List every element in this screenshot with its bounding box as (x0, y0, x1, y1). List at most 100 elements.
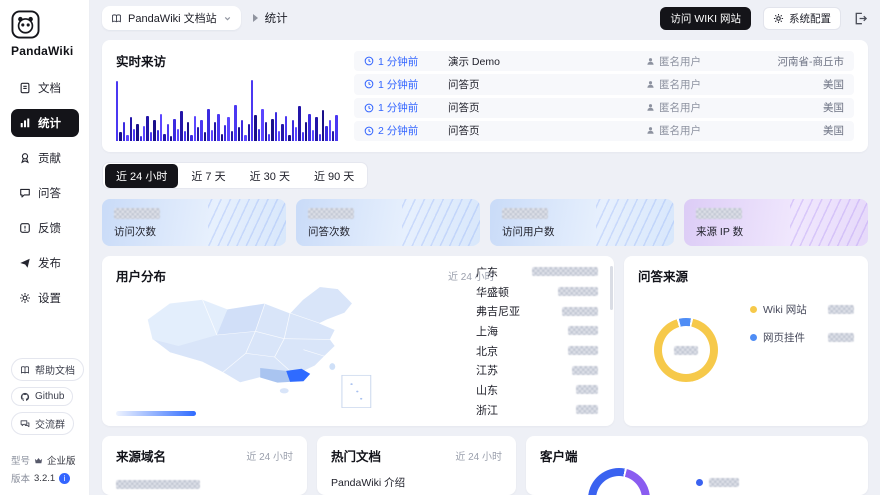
publish-icon (19, 257, 31, 269)
stat-card-qa: 问答次数 (296, 199, 480, 246)
stat-value-redacted (308, 208, 354, 219)
visit-row[interactable]: 1 分钟前 问答页 匿名用户 美国 (354, 98, 854, 118)
sidebar-menu: 文档 统计 贡献 问答 反馈 发布 (11, 74, 78, 312)
legend-row (696, 478, 739, 487)
chat-group-icon (20, 419, 30, 429)
visit-wiki-button[interactable]: 访问 WIKI 网站 (660, 7, 751, 30)
region-list: 广东 华盛顿 弗吉尼亚 上海 北京 江苏 山东 浙江 (476, 262, 606, 420)
person-icon (646, 126, 655, 135)
sidebar-item-feedback[interactable]: 反馈 (11, 214, 79, 242)
visit-location: 美国 (738, 123, 844, 138)
document-icon (19, 82, 31, 94)
logout-icon[interactable] (853, 11, 868, 26)
region-name: 上海 (476, 323, 498, 339)
visit-row[interactable]: 1 分钟前 问答页 匿名用户 美国 (354, 74, 854, 94)
region-row: 广东 (476, 262, 598, 282)
legend-value-redacted (828, 305, 854, 314)
source-domains-title: 来源域名 (116, 446, 166, 465)
chat-bubble-icon (19, 187, 31, 199)
sidebar-item-docs[interactable]: 文档 (11, 74, 79, 102)
legend-label: Wiki 网站 (763, 302, 807, 317)
region-name: 江苏 (476, 362, 498, 378)
legend-row-wiki: Wiki 网站 (750, 302, 854, 317)
region-row: 北京 (476, 341, 598, 361)
sidebar-item-contribution[interactable]: 贡献 (11, 144, 79, 172)
chat-group-link[interactable]: 交流群 (11, 412, 74, 435)
visit-row[interactable]: 1 分钟前 演示 Demo 匿名用户 河南省-商丘市 (354, 51, 854, 71)
south-china-sea-inset (342, 375, 371, 407)
version-value: 3.2.1 (34, 473, 55, 484)
tab-last-30d[interactable]: 近 30 天 (239, 164, 301, 188)
site-selector-label: PandaWiki 文档站 (128, 10, 217, 26)
realtime-visit-list: 1 分钟前 演示 Demo 匿名用户 河南省-商丘市 1 分钟前 问答页 匿名用… (354, 51, 854, 141)
visit-row[interactable]: 2 分钟前 问答页 匿名用户 美国 (354, 121, 854, 141)
region-row: 上海 (476, 321, 598, 341)
sidebar-item-stats[interactable]: 统计 (11, 109, 79, 137)
tab-last-7d[interactable]: 近 7 天 (180, 164, 236, 188)
gear-icon (773, 13, 784, 24)
version-info-badge[interactable]: i (59, 473, 70, 484)
wiki-legend-dot-icon (750, 306, 757, 313)
china-map (140, 280, 390, 412)
tab-last-90d[interactable]: 近 90 天 (303, 164, 365, 188)
legend-label: 网页挂件 (763, 330, 805, 345)
person-icon (646, 57, 655, 66)
source-domains-card: 来源域名 近 24 小时 (102, 436, 307, 495)
visit-user: 匿名用户 (646, 77, 732, 92)
site-selector[interactable]: PandaWiki 文档站 (102, 6, 241, 30)
stat-card-visits: 访问次数 (102, 199, 286, 246)
hot-docs-card: 热门文档 近 24 小时 PandaWiki 介绍 (317, 436, 516, 495)
region-guangdong-highlight (286, 369, 310, 382)
stat-value-redacted (696, 208, 742, 219)
visit-time: 1 分钟前 (364, 54, 442, 69)
qa-donut-hole (662, 326, 710, 374)
edition-label: 型号 (11, 453, 30, 467)
github-link[interactable]: Github (11, 387, 73, 406)
stat-cards-row: 访问次数 问答次数 访问用户数 来源 IP 数 (102, 199, 868, 246)
site-book-icon (111, 13, 122, 24)
qa-donut (654, 318, 718, 382)
region-row: 江苏 (476, 360, 598, 380)
edition-value: 企业版 (47, 453, 76, 467)
tab-last-24h[interactable]: 近 24 小时 (105, 164, 178, 188)
chat-group-label: 交流群 (35, 416, 65, 431)
visit-location: 美国 (738, 100, 844, 115)
sidebar-item-qa[interactable]: 问答 (11, 179, 79, 207)
clock-icon (364, 56, 374, 66)
legend-row-widget: 网页挂件 (750, 330, 854, 345)
user-distribution-card: 用户分布 近 24 小时 (102, 256, 614, 426)
region-list-scrollbar[interactable] (610, 266, 613, 310)
taiwan-island (329, 363, 336, 370)
hot-docs-title: 热门文档 (331, 446, 381, 465)
book-icon (20, 365, 30, 375)
stat-label: 访问用户数 (502, 224, 555, 239)
hot-doc-item[interactable]: PandaWiki 介绍 (331, 475, 502, 490)
stat-value-redacted (114, 208, 160, 219)
region-row: 浙江 (476, 400, 598, 420)
region-name: 广东 (476, 264, 498, 280)
chevron-down-icon (223, 14, 232, 23)
region-row: 山东 (476, 380, 598, 400)
region-name: 华盛顿 (476, 284, 509, 300)
region-name: 北京 (476, 343, 498, 359)
app-window: PandaWiki 文档 统计 贡献 问答 反馈 (0, 0, 880, 495)
panda-logo-icon (11, 10, 40, 39)
region-value-redacted (562, 307, 598, 316)
help-docs-link[interactable]: 帮助文档 (11, 358, 84, 381)
stat-card-users: 访问用户数 (490, 199, 674, 246)
bar-chart-icon (19, 117, 31, 129)
contribution-icon (19, 152, 31, 164)
edition-row: 型号 企业版 (11, 453, 76, 467)
sidebar-item-publish[interactable]: 发布 (11, 249, 79, 277)
region-name: 弗吉尼亚 (476, 303, 520, 319)
dashboard-content: 实时来访 1 分钟前 演示 Demo 匿名用户 河南省-商丘市 1 分钟前 问答… (90, 36, 880, 495)
map-density-legend (116, 411, 196, 416)
visit-location: 河南省-商丘市 (738, 54, 844, 69)
stat-label: 访问次数 (114, 224, 156, 239)
visit-location: 美国 (738, 77, 844, 92)
visit-page: 问答页 (448, 77, 598, 92)
sidebar-item-settings[interactable]: 设置 (11, 284, 79, 312)
sidebar-item-label: 发布 (38, 255, 61, 271)
system-config-button[interactable]: 系统配置 (763, 7, 841, 30)
clients-title: 客户端 (540, 446, 578, 465)
